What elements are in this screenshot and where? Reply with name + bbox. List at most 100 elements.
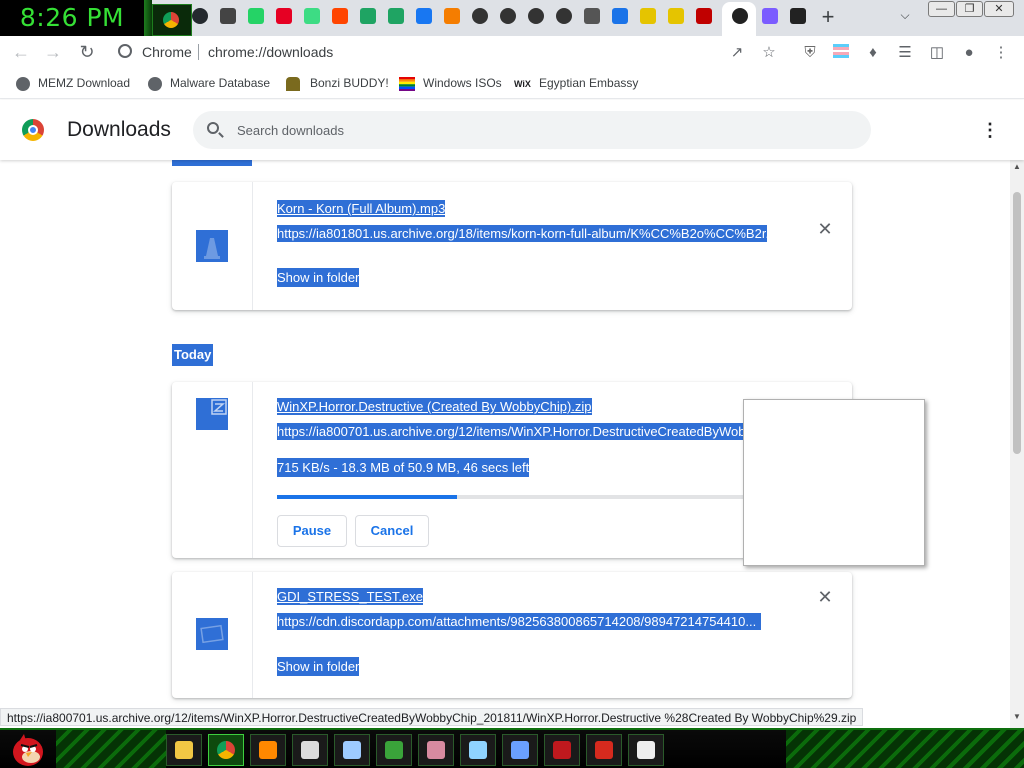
- extensions-puzzle-icon[interactable]: ♦: [864, 44, 882, 62]
- pinterest-icon[interactable]: [276, 8, 292, 24]
- show-in-folder-link[interactable]: Show in folder: [277, 268, 360, 287]
- bookmark-windows-isos[interactable]: Windows ISOs: [423, 76, 502, 92]
- floating-blank-window[interactable]: [743, 399, 925, 566]
- sound-icon[interactable]: [556, 8, 572, 24]
- bookmark-egyptian-embassy[interactable]: Egyptian Embassy: [539, 76, 638, 92]
- flash-icon: [553, 741, 571, 759]
- search-downloads[interactable]: [193, 111, 871, 149]
- hexagon-icon[interactable]: [762, 8, 778, 24]
- lips-icon[interactable]: [696, 8, 712, 24]
- remove-download-button[interactable]: ✕: [816, 220, 834, 238]
- tab-search-icon[interactable]: ⌵: [896, 8, 914, 26]
- taskbar-item-terminal[interactable]: [628, 734, 664, 766]
- profile-avatar-icon[interactable]: ●: [960, 44, 978, 62]
- taskbar-item-windows-media[interactable]: [376, 734, 412, 766]
- chrome-logo-icon: [22, 119, 44, 141]
- search-input[interactable]: [237, 121, 837, 139]
- forward-button[interactable]: →: [42, 41, 64, 63]
- downloads-toolbar: Downloads ⋮: [0, 100, 1024, 160]
- scroll-up-arrow-icon[interactable]: ▲: [1013, 162, 1021, 171]
- bonzi-icon[interactable]: [668, 8, 684, 24]
- page-title: Downloads: [67, 118, 171, 141]
- taskbar-item-vlc[interactable]: [250, 734, 286, 766]
- whatsapp-icon[interactable]: [248, 8, 264, 24]
- taskbar-item-chrome[interactable]: [208, 734, 244, 766]
- taskbar-item-task-manager[interactable]: [502, 734, 538, 766]
- tab-chrome-active[interactable]: [152, 4, 192, 36]
- taskbar-item-pdf[interactable]: [586, 734, 622, 766]
- site-info-icon[interactable]: [118, 44, 132, 58]
- bookmark-star-icon[interactable]: ☆: [760, 44, 778, 62]
- remove-download-button[interactable]: ✕: [816, 588, 834, 606]
- taskbar-decoration: [56, 730, 166, 768]
- bonzi-icon[interactable]: [640, 8, 656, 24]
- bookmark-malware-database[interactable]: Malware Database: [170, 76, 270, 92]
- taskbar-item-brain[interactable]: [418, 734, 454, 766]
- download-filename[interactable]: GDI_STRESS_TEST.exe: [277, 588, 423, 605]
- show-in-folder-link[interactable]: Show in folder: [277, 657, 360, 676]
- taskbar-item-folder[interactable]: [166, 734, 202, 766]
- taskbar-item-paint[interactable]: [334, 734, 370, 766]
- download-filename[interactable]: WinXP.Horror.Destructive (Created By Wob…: [277, 398, 592, 415]
- taskbar-item-7zip[interactable]: [292, 734, 328, 766]
- pause-button[interactable]: Pause: [277, 515, 347, 547]
- globe-icon: [16, 77, 30, 91]
- new-tab-button[interactable]: +: [818, 4, 838, 30]
- downloads-menu-icon[interactable]: ⋮: [980, 120, 1000, 142]
- taskbar-item-network[interactable]: [460, 734, 496, 766]
- facebook-icon[interactable]: [416, 8, 432, 24]
- browser-menu-icon[interactable]: ⋮: [992, 44, 1010, 62]
- folder-icon: [175, 741, 193, 759]
- download-progress-status: 715 KB/s - 18.3 MB of 50.9 MB, 46 secs l…: [277, 458, 530, 477]
- side-panel-icon[interactable]: ◫: [928, 44, 946, 62]
- google-drive-icon[interactable]: [388, 8, 404, 24]
- start-button-angry-bird-icon[interactable]: [8, 732, 48, 768]
- browser-toolbar: ← → ↻ Chrome chrome://downloads ↗ ☆ ⛨ ♦ …: [0, 36, 1024, 68]
- reload-button[interactable]: ↻: [76, 41, 98, 63]
- download-url[interactable]: https://ia801801.us.archive.org/18/items…: [277, 225, 767, 242]
- windows-icon: [399, 77, 415, 91]
- screen: 8:26 PM + ⌵ — ❐ ✕ ← → ↻ Chrome chrome://…: [0, 0, 1024, 768]
- sound-icon[interactable]: [500, 8, 516, 24]
- ublock-icon[interactable]: ⛨: [801, 44, 819, 62]
- mp3-icon[interactable]: [220, 8, 236, 24]
- wix-icon: WiX: [514, 79, 531, 89]
- bird-icon[interactable]: [732, 8, 748, 24]
- scroll-down-arrow-icon[interactable]: ▼: [1013, 712, 1021, 721]
- minimize-button[interactable]: —: [928, 1, 955, 17]
- bookmark-bonzi-buddy[interactable]: Bonzi BUDDY!: [310, 76, 389, 92]
- media-queue-icon[interactable]: ☰: [896, 44, 914, 62]
- download-progress-bar: [277, 495, 776, 499]
- taskbar-item-flash[interactable]: [544, 734, 580, 766]
- restore-button[interactable]: ❐: [956, 1, 983, 17]
- blogger-icon[interactable]: [444, 8, 460, 24]
- scrollbar-thumb[interactable]: [1013, 192, 1021, 454]
- archive-icon[interactable]: [790, 8, 806, 24]
- download-url[interactable]: https://ia800701.us.archive.org/12/items…: [277, 423, 767, 440]
- back-button[interactable]: ←: [10, 41, 32, 63]
- address-bar[interactable]: Chrome chrome://downloads: [110, 38, 790, 66]
- page-scrollbar[interactable]: ▲ ▼: [1010, 160, 1024, 728]
- vlc-icon: [196, 230, 228, 262]
- sound-icon[interactable]: [472, 8, 488, 24]
- speaker-icon[interactable]: [584, 8, 600, 24]
- extension-flag-icon[interactable]: [832, 44, 850, 62]
- bookmarks-bar: MEMZ Download Malware Database Bonzi BUD…: [0, 68, 1024, 99]
- sound-icon[interactable]: [528, 8, 544, 24]
- zip-icon: [196, 398, 228, 430]
- download-url[interactable]: https://cdn.discordapp.com/attachments/9…: [277, 613, 761, 630]
- reddit-icon[interactable]: [332, 8, 348, 24]
- bookmark-memz[interactable]: MEMZ Download: [38, 76, 130, 92]
- cancel-button[interactable]: Cancel: [355, 515, 429, 547]
- download-filename[interactable]: Korn - Korn (Full Album).mp3: [277, 200, 446, 217]
- github-icon[interactable]: [192, 8, 208, 24]
- pdf-icon: [595, 741, 613, 759]
- network-icon: [469, 741, 487, 759]
- android-icon[interactable]: [304, 8, 320, 24]
- close-window-button[interactable]: ✕: [984, 1, 1014, 17]
- download-icon[interactable]: [612, 8, 628, 24]
- omnibox-url[interactable]: chrome://downloads: [208, 44, 333, 60]
- google-drive-icon[interactable]: [360, 8, 376, 24]
- paint-icon: [343, 741, 361, 759]
- share-icon[interactable]: ↗: [728, 44, 746, 62]
